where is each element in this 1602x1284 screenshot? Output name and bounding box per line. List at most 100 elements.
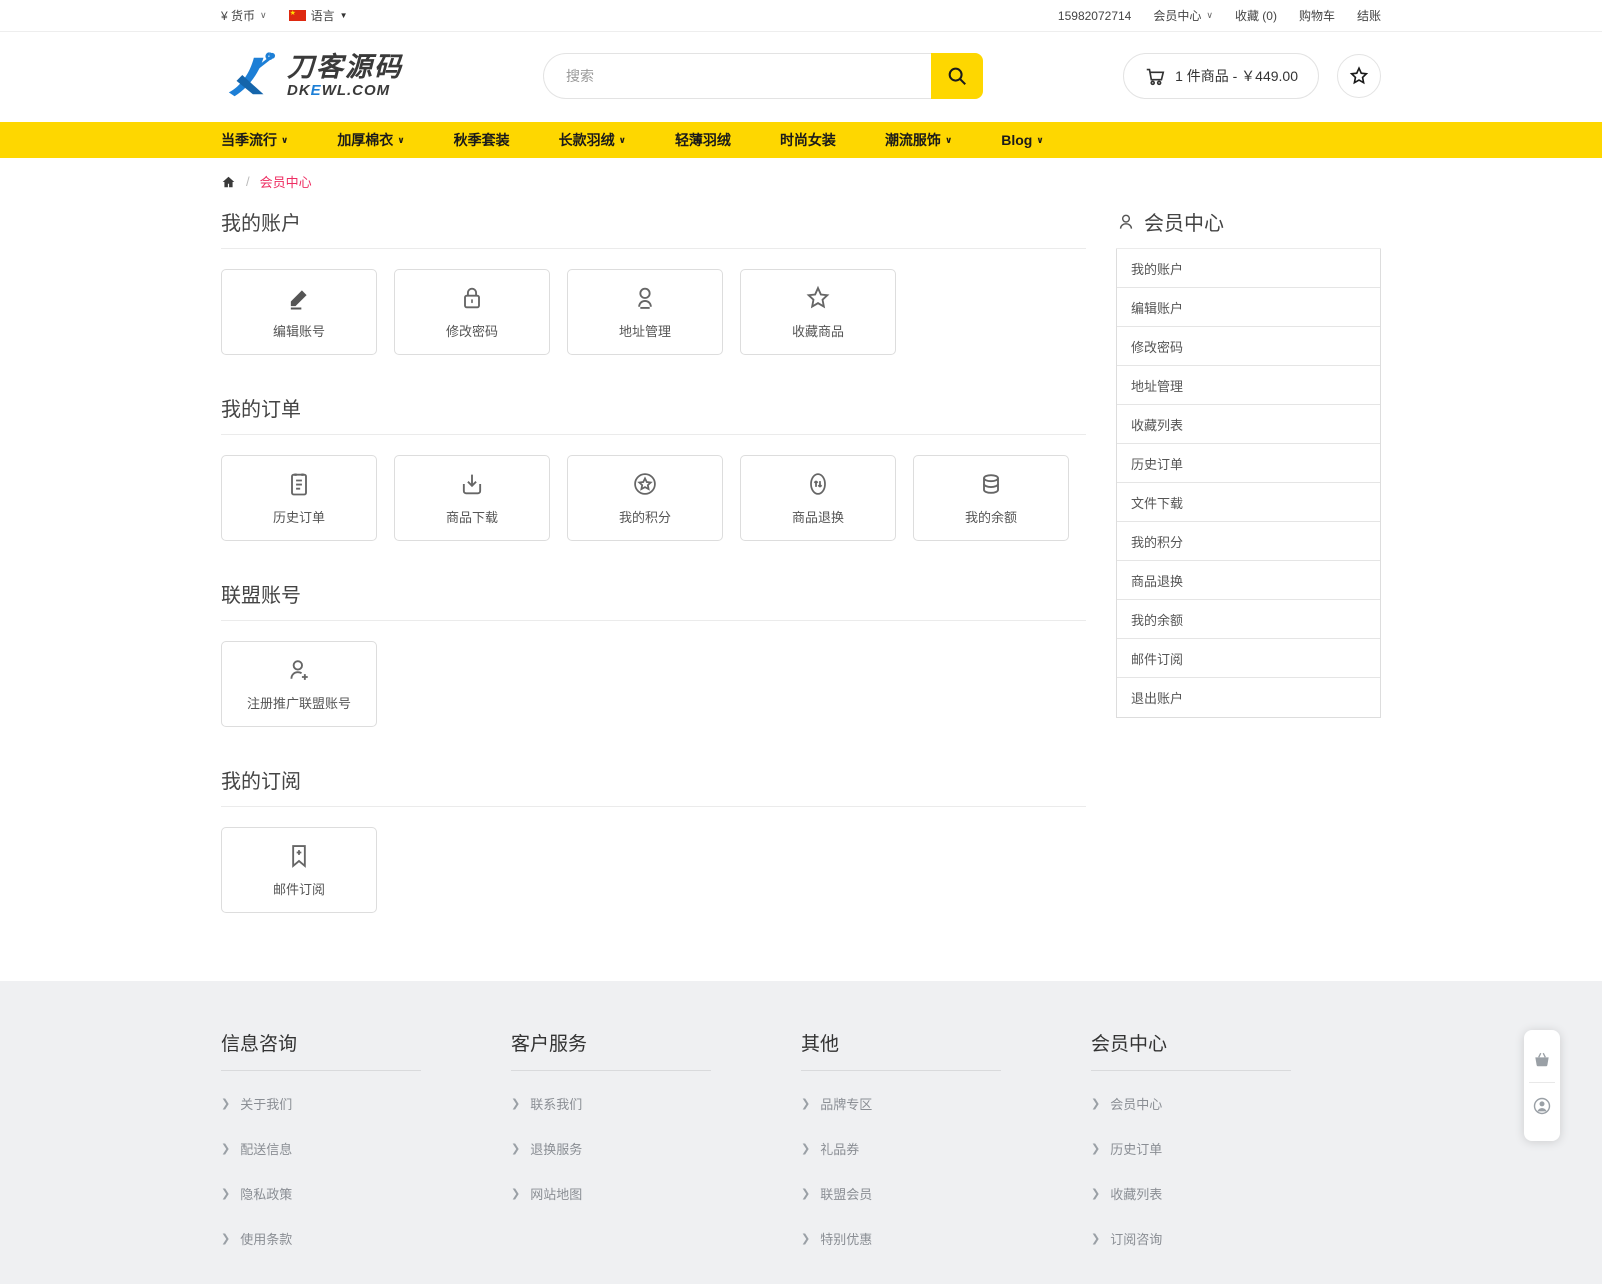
wishlist-link[interactable]: 收藏 (0) [1235,7,1277,24]
nav-item-5[interactable]: 时尚女装 [780,130,836,150]
chevron-down-icon: ∨ [1206,10,1213,21]
chevron-right-icon: ❯ [511,1097,520,1110]
affiliate-card-row: 注册推广联盟账号 [221,621,1086,755]
footer-link-privacy[interactable]: ❯隐私政策 [221,1171,511,1216]
person-icon [1116,212,1136,232]
search-input[interactable] [543,53,931,99]
footer-col-title: 客户服务 [511,1029,711,1071]
language-label: 语言 [311,7,335,24]
chevron-right-icon: ❯ [1091,1097,1100,1110]
home-icon[interactable] [221,175,236,189]
sidebar-item-my-account[interactable]: 我的账户 [1117,249,1380,288]
chevron-down-icon: ∨ [281,135,288,146]
footer-link-newsletter[interactable]: ❯订阅咨询 [1091,1216,1381,1261]
footer-link-member-center[interactable]: ❯会员中心 [1091,1081,1381,1126]
breadcrumb-current[interactable]: 会员中心 [260,172,312,191]
nav-item-7[interactable]: Blog∨ [1001,132,1043,148]
sidebar-item-balance[interactable]: 我的余额 [1117,600,1380,639]
card-product-returns[interactable]: 商品退换 [740,455,896,541]
sidebar-item-downloads[interactable]: 文件下载 [1117,483,1380,522]
footer-link-gift-vouchers[interactable]: ❯礼品券 [801,1126,1091,1171]
footer-link-about[interactable]: ❯关于我们 [221,1081,511,1126]
search-bar [543,53,983,99]
member-center-menu[interactable]: 会员中心 ∨ [1153,7,1213,24]
member-center-label: 会员中心 [1153,7,1201,24]
basket-icon [1532,1049,1552,1069]
chevron-right-icon: ❯ [1091,1187,1100,1200]
wishlist-label: 收藏 (0) [1235,7,1277,24]
footer-link-specials[interactable]: ❯特别优惠 [801,1216,1091,1261]
footer-link-order-history[interactable]: ❯历史订单 [1091,1126,1381,1171]
nav-item-6[interactable]: 潮流服饰∨ [885,130,952,150]
sidebar-item-edit-account[interactable]: 编辑账户 [1117,288,1380,327]
nav-item-4[interactable]: 轻薄羽绒 [675,130,731,150]
footer-link-affiliate[interactable]: ❯联盟会员 [801,1171,1091,1216]
logo-icon [221,50,279,102]
card-edit-account[interactable]: 编辑账号 [221,269,377,355]
card-newsletter[interactable]: 邮件订阅 [221,827,377,913]
sidebar-item-address[interactable]: 地址管理 [1117,366,1380,405]
nav-item-1[interactable]: 加厚棉衣∨ [337,130,404,150]
nav-item-0[interactable]: 当季流行∨ [221,130,288,150]
footer-link-returns-service[interactable]: ❯退换服务 [511,1126,801,1171]
footer-link-delivery[interactable]: ❯配送信息 [221,1126,511,1171]
site-footer: 信息咨询 ❯关于我们 ❯配送信息 ❯隐私政策 ❯使用条款 客户服务 ❯联系我们 … [0,981,1602,1284]
cart-link[interactable]: 购物车 [1299,7,1335,24]
chevron-right-icon: ❯ [511,1142,520,1155]
nav-item-3[interactable]: 长款羽绒∨ [559,130,626,150]
language-selector[interactable]: 语言 ▼ [289,7,348,24]
card-reward-points[interactable]: 我的积分 [567,455,723,541]
sidebar-item-password[interactable]: 修改密码 [1117,327,1380,366]
quick-cart-button[interactable] [1524,1042,1560,1076]
sidebar-menu: 我的账户 编辑账户 修改密码 地址管理 收藏列表 历史订单 文件下载 我的积分 … [1116,249,1381,718]
footer-link-contact[interactable]: ❯联系我们 [511,1081,801,1126]
sidebar-item-returns[interactable]: 商品退换 [1117,561,1380,600]
wishlist-button[interactable] [1337,54,1381,98]
chevron-right-icon: ❯ [221,1142,230,1155]
floating-quick-panel [1524,1030,1560,1141]
sidebar-item-logout[interactable]: 退出账户 [1117,678,1380,717]
download-icon [458,470,486,498]
chevron-right-icon: ❯ [221,1187,230,1200]
footer-col-information: 信息咨询 ❯关于我们 ❯配送信息 ❯隐私政策 ❯使用条款 [221,1029,511,1261]
card-product-downloads[interactable]: 商品下载 [394,455,550,541]
cart-label: 购物车 [1299,7,1335,24]
sidebar-item-wishlist[interactable]: 收藏列表 [1117,405,1380,444]
returns-icon [804,470,832,498]
search-button[interactable] [931,53,983,99]
sidebar-item-points[interactable]: 我的积分 [1117,522,1380,561]
main-navigation: 当季流行∨ 加厚棉衣∨ 秋季套装 长款羽绒∨ 轻薄羽绒 时尚女装 潮流服饰∨ B… [0,122,1602,158]
footer-link-wishlist[interactable]: ❯收藏列表 [1091,1171,1381,1216]
card-favorite-products[interactable]: 收藏商品 [740,269,896,355]
checkout-link[interactable]: 结账 [1357,7,1381,24]
sidebar-item-newsletter[interactable]: 邮件订阅 [1117,639,1380,678]
divider [1529,1082,1555,1083]
quick-account-button[interactable] [1524,1089,1560,1123]
section-title-newsletter: 我的订阅 [221,755,1086,807]
cart-total-button[interactable]: 1 件商品 - ￥449.00 [1123,53,1319,99]
footer-link-terms[interactable]: ❯使用条款 [221,1216,511,1261]
card-register-affiliate[interactable]: 注册推广联盟账号 [221,641,377,727]
footer-col-title: 信息咨询 [221,1029,421,1071]
chevron-right-icon: ❯ [221,1097,230,1110]
card-order-history[interactable]: 历史订单 [221,455,377,541]
footer-link-brands[interactable]: ❯品牌专区 [801,1081,1091,1126]
breadcrumb: / 会员中心 [0,158,1602,197]
footer-col-extras: 其他 ❯品牌专区 ❯礼品券 ❯联盟会员 ❯特别优惠 [801,1029,1091,1261]
account-icon [1532,1096,1552,1116]
currency-selector[interactable]: ¥ 货币 ∨ [221,7,267,24]
card-address-management[interactable]: 地址管理 [567,269,723,355]
sidebar-item-order-history[interactable]: 历史订单 [1117,444,1380,483]
nav-item-2[interactable]: 秋季套装 [454,130,510,150]
sidebar-heading: 会员中心 [1116,197,1381,249]
top-utility-bar: ¥ 货币 ∨ 语言 ▼ 15982072714 会员中心 ∨ 收藏 (0) 购物… [0,0,1602,32]
chevron-down-icon: ∨ [397,135,404,146]
china-flag-icon [289,10,306,21]
card-change-password[interactable]: 修改密码 [394,269,550,355]
site-logo[interactable]: 刀客源码 DKEWL.COM [221,50,403,102]
pencil-icon [285,284,313,312]
breadcrumb-separator: / [246,174,250,189]
footer-link-sitemap[interactable]: ❯网站地图 [511,1171,801,1216]
card-account-balance[interactable]: 我的余额 [913,455,1069,541]
phone-number: 15982072714 [1058,9,1131,23]
